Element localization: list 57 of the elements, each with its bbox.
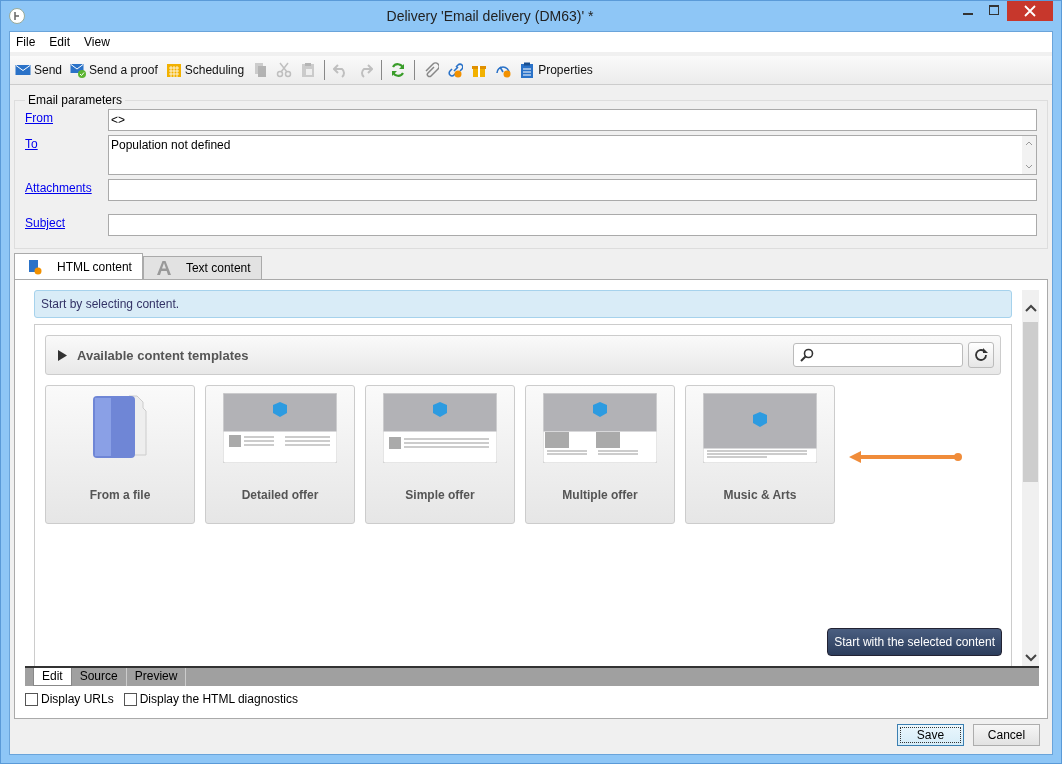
paperclip-icon [423,62,440,78]
scrollbar[interactable] [1022,136,1036,174]
refresh-icon [390,62,407,78]
template-card[interactable]: Detailed offer [205,385,355,524]
html-page-icon [27,258,43,275]
dialog-button[interactable]: Cancel [973,724,1040,746]
checkbox-label: Display the HTML diagnostics [139,692,298,706]
info-banner: Start by selecting content. [34,290,1012,318]
field-label-link[interactable]: From [25,109,108,125]
input-field[interactable]: <> [108,109,1037,131]
envelope-check-icon [70,62,87,78]
input-field[interactable] [108,214,1037,236]
window-title: Delivery 'Email delivery (DM63)' * [385,8,595,24]
section-title: Available content templates [77,347,249,363]
menu-item[interactable]: Edit [45,35,75,49]
search-icon [800,348,814,362]
toolbar-button[interactable]: Send [12,60,66,80]
text-area[interactable]: Population not defined [108,135,1037,175]
checkbox[interactable] [123,692,137,706]
clipboard-icon [519,62,536,78]
template-card[interactable]: Multiple offer [525,385,675,524]
start-button[interactable]: Start with the selected content [827,628,1002,656]
letter-a-icon [155,260,172,276]
toolbar-button[interactable]: Properties [516,60,596,80]
app-logo-icon [9,8,25,24]
envelope-icon [15,62,31,78]
checkbox[interactable] [25,692,38,706]
template-card[interactable]: From a file [45,385,195,524]
link-icon [447,62,464,78]
group-title: Email parameters [27,93,124,107]
paste-icon [300,62,317,78]
tab[interactable]: Edit [33,668,72,686]
checkbox-label: Display URLs [41,692,114,706]
refresh-button[interactable] [968,342,994,368]
expand-triangle-icon[interactable] [58,349,67,361]
field-label-link[interactable]: Subject [25,214,108,230]
tab[interactable]: HTML content [14,253,143,279]
menu-item[interactable]: View [80,35,114,49]
field-label-link[interactable]: To [25,135,108,151]
calendar-icon [165,62,182,78]
close-icon[interactable] [1007,1,1053,21]
input-field[interactable] [108,179,1037,201]
search-field[interactable] [793,343,963,367]
menu-item[interactable]: File [12,35,40,49]
toolbar-button[interactable]: Send a proof [67,60,161,80]
dialog-button[interactable]: Save [897,724,964,746]
tab[interactable]: Preview [126,668,187,686]
template-card[interactable]: Music & Arts [685,385,835,524]
field-label-link[interactable]: Attachments [25,179,108,195]
copy-icon [252,62,269,78]
scissors-icon [276,62,293,78]
refresh-icon [974,348,988,362]
tab[interactable]: Source [71,668,127,686]
tab[interactable]: Text content [142,256,262,279]
scrollbar[interactable] [1022,290,1039,666]
template-card[interactable]: Simple offer [365,385,515,524]
toolbar-button[interactable]: Scheduling [162,60,248,80]
